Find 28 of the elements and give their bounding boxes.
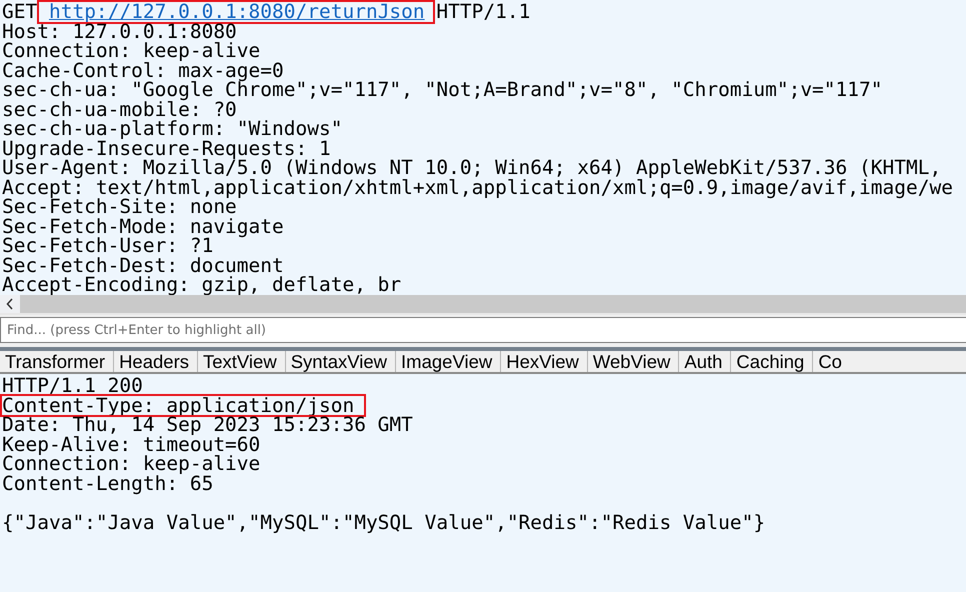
request-url-link[interactable]: http://127.0.0.1:8080/returnJson: [38, 2, 433, 22]
header-line: Sec-Fetch-User: ?1: [2, 236, 214, 256]
inspector-tab[interactable]: SyntaxView: [286, 351, 396, 372]
header-line: Sec-Fetch-Dest: document: [2, 256, 284, 275]
response-body: {"Java":"Java Value","MySQL":"MySQL Value","Redis":"Redis Value"}: [2, 513, 766, 533]
header-line: Accept: text/html,application/xhtml+xml,application/xml;q=0.9,image/avif,image/we: [2, 178, 953, 197]
header-line: Host: 127.0.0.1:8080: [2, 22, 237, 41]
scroll-left-button[interactable]: [0, 295, 20, 313]
header-line: Sec-Fetch-Mode: navigate: [2, 216, 284, 236]
header-line: Content-Length: 65: [2, 474, 214, 493]
left-chevron-icon: [6, 298, 14, 310]
header-line: sec-ch-ua: "Google Chrome";v="117", "Not;A=Brand";v="8", "Chromium";v="117": [2, 80, 882, 100]
header-line: HTTP/1.1: [435, 2, 530, 22]
find-field[interactable]: Find... (press Ctrl+Enter to highlight all): [0, 317, 966, 343]
header-line: Cache-Control: max-age=0: [2, 60, 284, 80]
header-line: Accept-Encoding: gzip, deflate, br: [2, 275, 402, 294]
header-line: Sec-Fetch-Site: none: [2, 197, 237, 216]
header-line: Connection: keep-alive: [2, 454, 260, 474]
header-line: Content-Type: application/json: [2, 396, 364, 415]
header-line: sec-ch-ua-mobile: ?0: [2, 100, 237, 119]
header-line: sec-ch-ua-platform: "Windows": [2, 119, 342, 138]
header-line: Upgrade-Insecure-Requests: 1: [2, 138, 331, 158]
header-line: Connection: keep-alive: [2, 41, 260, 60]
header-line: GET: [2, 2, 38, 22]
header-line: Keep-Alive: timeout=60: [2, 434, 260, 454]
header-line: HTTP/1.1 200: [2, 376, 143, 396]
header-line: User-Agent: Mozilla/5.0 (Windows NT 10.0; Win64; x64) AppleWebKit/537.36 (KHTML,: [2, 158, 942, 178]
header-line: Date: Thu, 14 Sep 2023 15:23:36 GMT: [2, 415, 413, 434]
